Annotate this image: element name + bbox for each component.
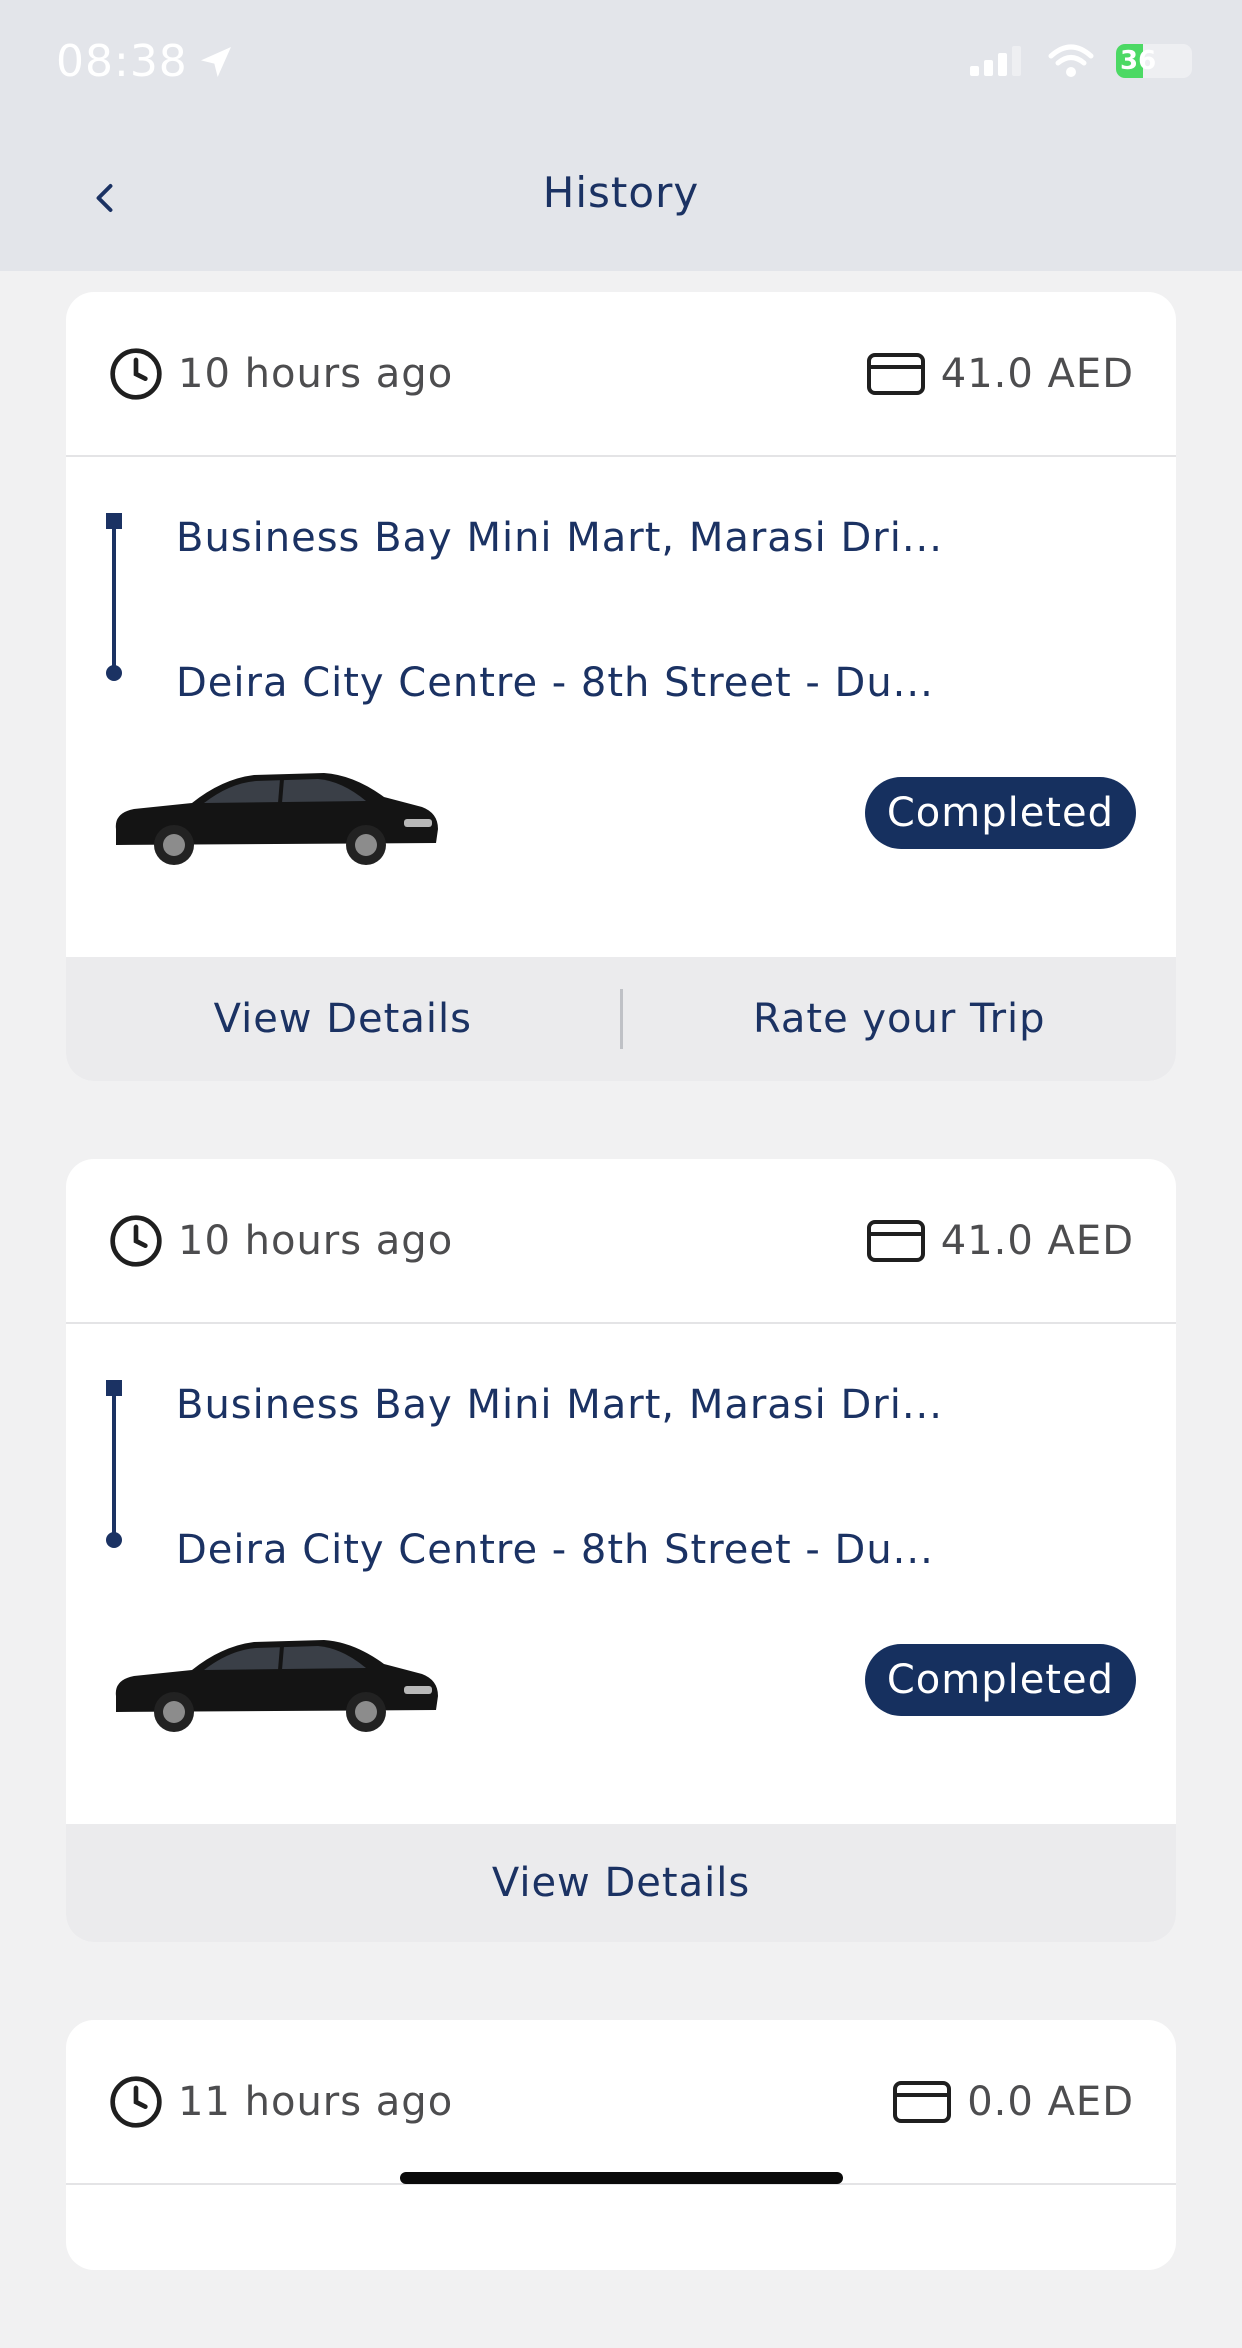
trip-card[interactable]: 10 hours ago 41.0 AED Business Bay Mini … <box>66 1159 1176 1942</box>
card-icon <box>866 1219 925 1262</box>
trip-card[interactable]: 10 hours ago 41.0 AED Business Bay Mini … <box>66 292 1176 1081</box>
trip-card-header: 10 hours ago 41.0 AED <box>66 292 1176 457</box>
trip-card-header: 10 hours ago 41.0 AED <box>66 1159 1176 1324</box>
dropoff-marker <box>106 1532 122 1548</box>
trip-route: Business Bay Mini Mart, Marasi Dri... De… <box>66 457 1176 757</box>
card-icon <box>893 2080 952 2123</box>
pickup-address: Business Bay Mini Mart, Marasi Dri... <box>176 515 943 561</box>
card-icon <box>866 352 925 395</box>
route-line <box>112 523 116 673</box>
trip-actions: View Details Rate your Trip <box>66 957 1176 1081</box>
trip-time: 11 hours ago <box>108 2074 453 2130</box>
pickup-address: Business Bay Mini Mart, Marasi Dri... <box>176 1382 943 1428</box>
home-indicator <box>400 2172 843 2184</box>
dropoff-marker <box>106 665 122 681</box>
status-badge: Completed <box>864 1644 1136 1716</box>
wifi-icon <box>1048 44 1094 77</box>
page-title: History <box>542 168 700 217</box>
trip-price-text: 41.0 AED <box>940 350 1134 397</box>
car-image <box>115 1640 439 1732</box>
dropoff-address: Deira City Centre - 8th Street - Du... <box>176 1527 934 1573</box>
trip-time: 10 hours ago <box>108 346 453 402</box>
trip-time-text: 11 hours ago <box>178 2078 454 2125</box>
view-details-button[interactable]: View Details <box>66 1860 1176 1906</box>
trip-price: 0.0 AED <box>891 2079 1134 2125</box>
trip-price-text: 41.0 AED <box>940 1217 1134 1264</box>
trip-actions: View Details <box>66 1824 1176 1942</box>
trip-card-header: 11 hours ago 0.0 AED <box>66 2020 1176 2185</box>
clock-icon <box>110 1214 162 1267</box>
battery-icon: 36 <box>1116 44 1192 78</box>
battery-level: 36 <box>1120 46 1157 76</box>
trip-time-text: 10 hours ago <box>178 1217 454 1264</box>
view-details-button[interactable]: View Details <box>66 996 620 1042</box>
status-time: 08:38 <box>56 36 236 87</box>
top-header: 08:38 36 History <box>0 0 1242 271</box>
trip-history-list: 10 hours ago 41.0 AED Business Bay Mini … <box>66 292 1176 2348</box>
status-badge: Completed <box>864 777 1136 849</box>
signal-icon <box>970 46 1021 76</box>
trip-time: 10 hours ago <box>108 1213 453 1269</box>
trip-card[interactable]: 11 hours ago 0.0 AED <box>66 2020 1176 2270</box>
location-arrow-icon <box>200 46 231 77</box>
status-time-text: 08:38 <box>56 36 188 87</box>
route-line <box>112 1390 116 1540</box>
trip-route: Business Bay Mini Mart, Marasi Dri... De… <box>66 1324 1176 1624</box>
rate-trip-button[interactable]: Rate your Trip <box>623 996 1177 1042</box>
trip-time-text: 10 hours ago <box>178 350 454 397</box>
trip-price: 41.0 AED <box>865 351 1134 397</box>
clock-icon <box>110 347 162 400</box>
trip-vehicle-row: Completed <box>66 1624 1176 1824</box>
status-icons: 36 <box>970 44 1192 78</box>
trip-price-text: 0.0 AED <box>967 2078 1134 2125</box>
dropoff-address: Deira City Centre - 8th Street - Du... <box>176 660 934 706</box>
trip-price: 41.0 AED <box>865 1218 1134 1264</box>
car-image <box>115 773 439 865</box>
trip-vehicle-row: Completed <box>66 757 1176 957</box>
clock-icon <box>110 2075 162 2128</box>
